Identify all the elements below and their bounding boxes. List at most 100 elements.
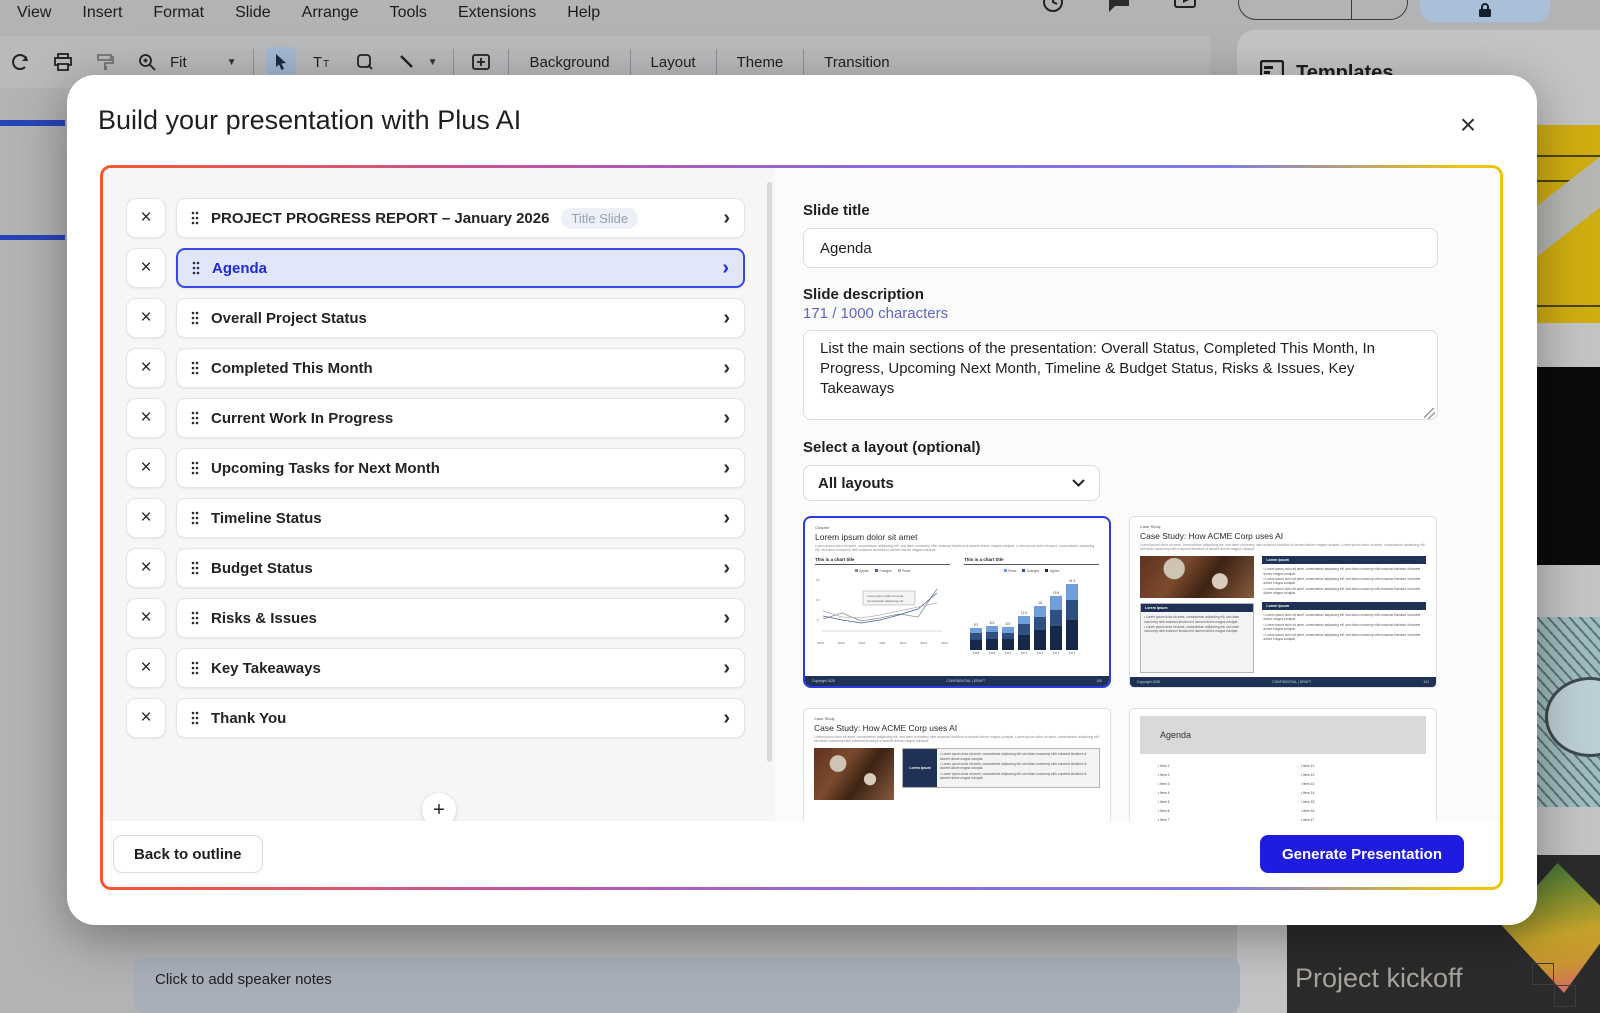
title-slide-badge: Title Slide [561,207,639,229]
slide-item-title: Upcoming Tasks for Next Month [211,459,440,477]
chevron-right-icon: › [723,207,730,229]
remove-slide-button[interactable]: × [126,498,166,538]
outline-slide-item[interactable]: Key Takeaways › [176,648,745,688]
outline-slide-item[interactable]: Risks & Issues › [176,598,745,638]
paint-format-icon[interactable] [90,47,120,77]
chevron-right-icon: › [722,257,729,279]
outline-slide-item[interactable]: Timeline Status › [176,498,745,538]
remove-slide-button[interactable]: × [126,348,166,388]
menu-help[interactable]: Help [565,2,602,24]
zoom-level[interactable]: Fit [170,54,187,71]
svg-text:Lorem ipsum dolor sit amet,: Lorem ipsum dolor sit amet, [867,594,904,598]
slideshow-divider [1351,0,1352,19]
slideshow-button[interactable] [1238,0,1408,20]
history-icon[interactable] [1040,0,1066,15]
slide-title-input[interactable] [803,228,1438,268]
drag-handle-icon[interactable] [191,611,199,625]
present-icon[interactable] [1172,0,1198,15]
thumb-footer: Copyright 2025 CONFIDENTIAL | DRAFT 100 [805,676,1109,686]
layout-thumbnails: Chapter Lorem ipsum dolor sit amet Lorem… [803,516,1438,821]
remove-slide-button[interactable]: × [126,248,166,288]
outline-slide-item[interactable]: Completed This Month › [176,348,745,388]
resize-grip-icon[interactable] [1424,408,1435,419]
outline-slide-item[interactable]: Overall Project Status › [176,298,745,338]
drag-handle-icon[interactable] [191,661,199,675]
back-to-outline-button[interactable]: Back to outline [113,835,263,873]
remove-slide-button[interactable]: × [126,698,166,738]
add-slide-button[interactable]: + [422,793,456,821]
slide-description-input[interactable]: List the main sections of the presentati… [803,330,1438,420]
outline-scrollbar[interactable] [767,182,772,762]
plus-ai-modal: Build your presentation with Plus AI × ×… [67,75,1537,925]
remove-slide-button[interactable]: × [126,548,166,588]
remove-slide-button[interactable]: × [126,198,166,238]
drag-handle-icon[interactable] [191,711,199,725]
redo-icon[interactable] [6,47,36,77]
outline-slide-item[interactable]: PROJECT PROGRESS REPORT – January 2026 T… [176,198,745,238]
drag-handle-icon[interactable] [191,561,199,575]
insert-image-icon[interactable] [466,47,496,77]
layout-select[interactable]: All layouts [803,465,1100,501]
drag-handle-icon[interactable] [191,411,199,425]
line-caret-icon[interactable]: ▼ [428,57,438,68]
slide-item-title: Key Takeaways [211,659,321,677]
outline-slide-item[interactable]: Budget Status › [176,548,745,588]
outline-row: × Budget Status › [126,548,745,588]
toolbar-transition-button[interactable]: Transition [810,54,903,71]
outline-slide-item[interactable]: Current Work In Progress › [176,398,745,438]
speaker-notes[interactable]: Click to add speaker notes [133,958,1240,1013]
outline-slide-item[interactable]: Agenda › [176,248,745,288]
menu-view[interactable]: View [15,2,53,24]
drag-handle-icon[interactable] [192,261,200,275]
drag-handle-icon[interactable] [191,511,199,525]
toolbar-theme-button[interactable]: Theme [723,54,798,71]
zoom-caret-icon[interactable]: ▼ [227,57,237,68]
drag-handle-icon[interactable] [191,211,199,225]
toolbar-background-button[interactable]: Background [515,54,623,71]
remove-slide-button[interactable]: × [126,398,166,438]
menu-arrange[interactable]: Arrange [300,2,361,24]
print-icon[interactable] [48,47,78,77]
generate-presentation-button[interactable]: Generate Presentation [1259,835,1464,873]
menu-extensions[interactable]: Extensions [456,2,538,24]
chevron-down-icon [1072,474,1085,492]
remove-slide-button[interactable]: × [126,298,166,338]
toolbar-layout-button[interactable]: Layout [637,54,710,71]
close-icon[interactable]: × [1451,108,1485,142]
layout-thumb-chart-slide[interactable]: Chapter Lorem ipsum dolor sit amet Lorem… [803,516,1111,688]
slide-item-title: Risks & Issues [211,609,317,627]
remove-slide-button[interactable]: × [126,648,166,688]
menu-insert[interactable]: Insert [80,2,124,24]
remove-slide-button[interactable]: × [126,448,166,488]
shape-tool-icon[interactable] [350,47,380,77]
drag-handle-icon[interactable] [191,461,199,475]
layout-thumb-case-study-alt[interactable]: Case Study Case Study: How ACME Corp use… [803,708,1111,821]
line-tool-icon[interactable] [392,47,422,77]
menu-format[interactable]: Format [151,2,206,24]
chevron-right-icon: › [723,557,730,579]
remove-slide-button[interactable]: × [126,598,166,638]
template-thumbnail-yellow[interactable] [1537,125,1600,323]
outline-slide-item[interactable]: Thank You › [176,698,745,738]
drag-handle-icon[interactable] [191,361,199,375]
select-tool-icon[interactable] [265,47,296,77]
layout-thumb-agenda[interactable]: Agenda • Item 1 • Item 2 • Item 3 • Item 4 •… [1129,708,1437,821]
chart-title: This is a chart title [964,557,1099,565]
zoom-icon[interactable] [132,47,162,77]
layout-thumb-case-study[interactable]: Case Study Case Study: How ACME Corp use… [1129,516,1437,688]
filmstrip-slide-edge [0,120,65,126]
drag-handle-icon[interactable] [191,311,199,325]
comment-icon[interactable] [1106,0,1132,15]
outline-row: × Current Work In Progress › [126,398,745,438]
menu-tools[interactable]: Tools [388,2,429,24]
template-thumbnail-dark[interactable] [1537,367,1600,565]
share-button[interactable] [1420,0,1550,22]
template-thumbnail-architecture[interactable] [1537,617,1600,807]
outline-slide-item[interactable]: Upcoming Tasks for Next Month › [176,448,745,488]
thumb-body: Lorem ipsum dolor sit amet, consectetuer… [815,544,1095,553]
kickoff-template-title: Project kickoff [1295,963,1463,993]
textbox-tool-icon[interactable]: TT [308,47,338,77]
screen: View Insert Format Slide Arrange Tools Extensi… [0,0,1600,1013]
toolbar-separator [803,49,805,75]
menu-slide[interactable]: Slide [233,2,273,24]
